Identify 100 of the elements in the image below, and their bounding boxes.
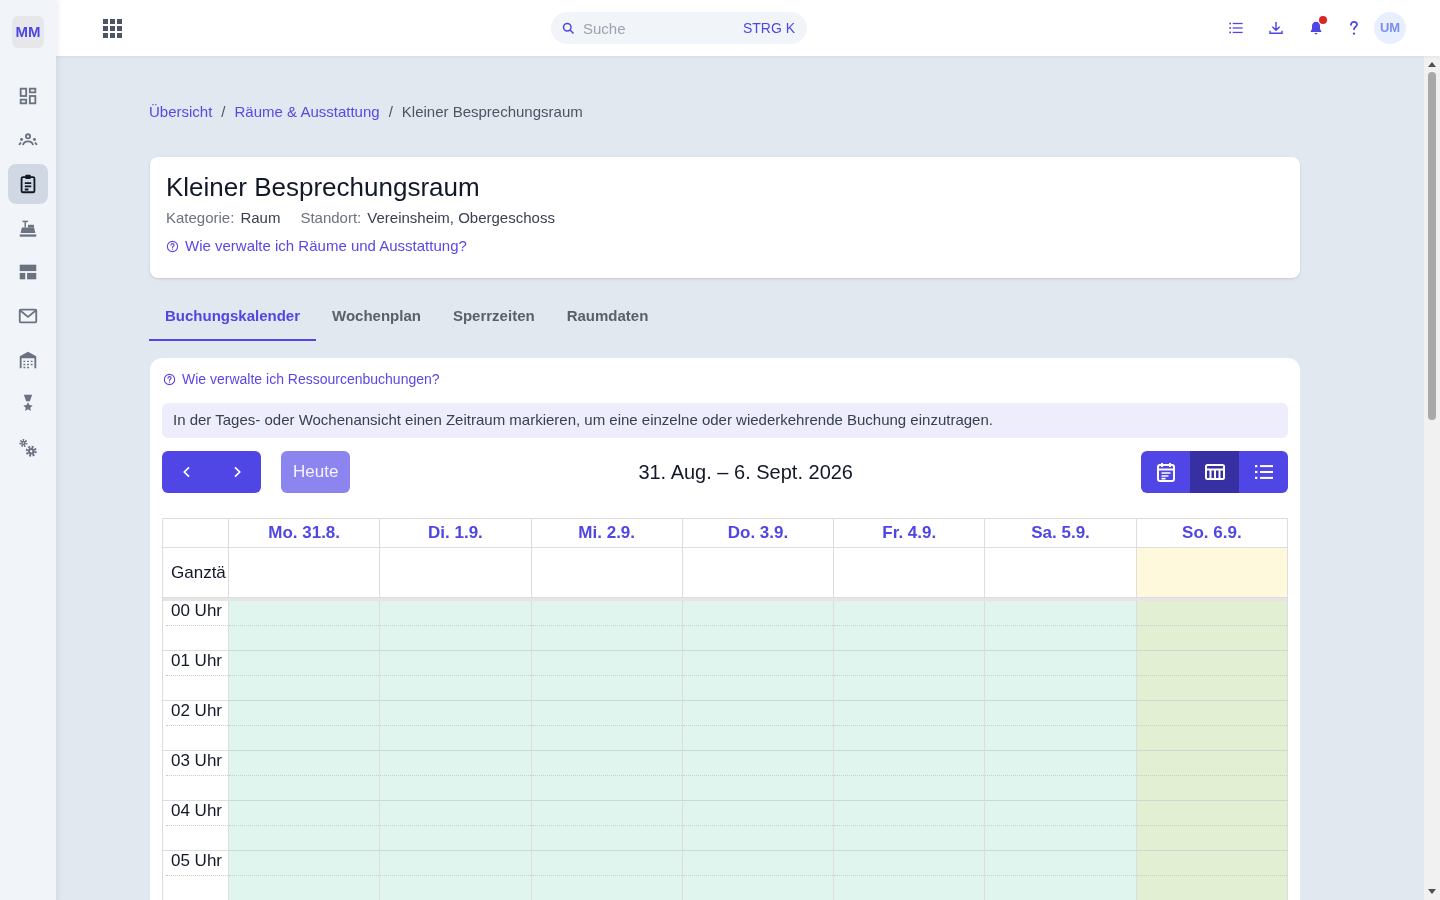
time-slot-cell[interactable] [531, 751, 683, 801]
all-day-label: Ganztä [171, 561, 226, 584]
all-day-cell[interactable] [531, 548, 683, 598]
all-day-cell[interactable] [682, 548, 835, 598]
day-header: Do. 3.9. [727, 522, 789, 545]
time-slot-cell[interactable] [834, 801, 986, 851]
user-avatar[interactable]: UM [1374, 12, 1406, 44]
time-slot-cell[interactable] [985, 651, 1137, 701]
time-slot-cell[interactable] [1136, 651, 1288, 701]
apps-grid-icon[interactable] [103, 18, 122, 38]
time-slot-cell[interactable] [1136, 601, 1288, 651]
breadcrumb-current: Kleiner Besprechungsraum [401, 101, 583, 122]
day-header: Sa. 5.9. [1031, 522, 1090, 545]
hour-label: 04 Uhr [170, 801, 222, 821]
time-slot-cell[interactable] [985, 701, 1137, 751]
time-slot-cell[interactable] [1136, 751, 1288, 801]
time-slot-cell[interactable] [229, 601, 381, 651]
time-slot-cell[interactable] [531, 851, 683, 900]
day-header: So. 6.9. [1182, 522, 1242, 545]
view-button[interactable] [1239, 451, 1288, 493]
time-slot-cell[interactable] [682, 601, 835, 651]
time-slot-cell[interactable] [985, 801, 1137, 851]
sidebar-item[interactable] [8, 164, 48, 204]
all-day-cell[interactable] [380, 548, 532, 598]
time-slot-cell[interactable] [834, 651, 986, 701]
list-icon[interactable] [1228, 20, 1244, 36]
breadcrumb-separator: / [388, 101, 393, 122]
view-button[interactable] [1141, 451, 1190, 493]
time-slot-cell[interactable] [834, 601, 986, 651]
tab[interactable]: Sperrzeiten [436, 297, 551, 341]
tab[interactable]: Wochenplan [316, 297, 437, 341]
info-banner: In der Tages- oder Wochenansicht einen Zeitraum markieren, um eine einzelne oder wiederkehrende Buchung einzutragen. [162, 403, 1288, 438]
dashboard-icon [17, 85, 39, 107]
scrollbar[interactable] [1424, 56, 1440, 900]
time-slot-cell[interactable] [682, 701, 835, 751]
previous-week-button[interactable] [162, 451, 212, 493]
view-button[interactable] [1190, 451, 1239, 493]
hour-label: 02 Uhr [170, 701, 222, 721]
time-slot-cell[interactable] [229, 801, 381, 851]
hour-label: 03 Uhr [170, 751, 222, 771]
time-slot-cell[interactable] [531, 651, 683, 701]
time-slot-cell[interactable] [229, 651, 381, 701]
scroll-down-icon[interactable] [1428, 889, 1436, 894]
bell-icon[interactable] [1308, 20, 1324, 36]
day-header: Di. 1.9. [428, 522, 483, 545]
day-header: Mo. 31.8. [268, 522, 341, 545]
tab[interactable]: Buchungskalender [149, 297, 317, 341]
day-header: Fr. 4.9. [882, 522, 937, 545]
time-slot-cell[interactable] [380, 851, 532, 900]
time-slot-cell[interactable] [985, 851, 1137, 900]
all-day-cell[interactable] [1136, 548, 1288, 598]
time-slot-cell[interactable] [834, 701, 986, 751]
all-day-cell[interactable] [834, 548, 986, 598]
time-slot-cell[interactable] [229, 701, 381, 751]
time-slot-cell[interactable] [834, 751, 986, 801]
time-slot-cell[interactable] [380, 651, 532, 701]
download-icon[interactable] [1268, 20, 1284, 36]
all-day-cell[interactable] [229, 548, 381, 598]
warehouse-icon [17, 349, 39, 371]
time-slot-cell[interactable] [682, 651, 835, 701]
time-slot-cell[interactable] [682, 851, 835, 900]
scrollbar-thumb[interactable] [1428, 72, 1436, 420]
time-slot-cell[interactable] [1136, 851, 1288, 900]
meta-value: Vereinsheim, Obergeschoss [367, 207, 555, 228]
time-slot-cell[interactable] [380, 601, 532, 651]
time-slot-cell[interactable] [1136, 701, 1288, 751]
hour-label: 05 Uhr [170, 851, 222, 871]
day-header: Mi. 2.9. [578, 522, 636, 545]
help-link[interactable]: Wie verwalte ich Räume und Ausstattung? [166, 236, 467, 256]
help-link[interactable]: Wie verwalte ich Ressourcenbuchungen? [163, 369, 440, 389]
time-slot-cell[interactable] [1136, 801, 1288, 851]
tab[interactable]: Raumdaten [550, 297, 665, 341]
all-day-cell[interactable] [985, 548, 1137, 598]
breadcrumb-link[interactable]: Übersicht [149, 100, 213, 124]
time-slot-cell[interactable] [229, 751, 381, 801]
breadcrumb-separator: / [221, 101, 226, 122]
time-slot-cell[interactable] [834, 851, 986, 900]
search-icon [561, 21, 576, 36]
shortcut-hint: STRG K [742, 19, 795, 38]
time-slot-cell[interactable] [985, 601, 1137, 651]
question-circle-icon [166, 239, 179, 253]
time-slot-cell[interactable] [985, 751, 1137, 801]
resource-title: Kleiner Besprechungsraum [166, 171, 481, 203]
time-slot-cell[interactable] [531, 801, 683, 851]
time-slot-cell[interactable] [682, 801, 835, 851]
meta-label: Standort: [300, 207, 362, 228]
gears-icon [17, 437, 39, 459]
logo[interactable]: MM [12, 16, 44, 48]
time-slot-cell[interactable] [380, 801, 532, 851]
time-slot-cell[interactable] [531, 601, 683, 651]
next-week-button[interactable] [212, 451, 261, 493]
time-slot-cell[interactable] [531, 701, 683, 751]
time-slot-cell[interactable] [380, 751, 532, 801]
breadcrumb-link[interactable]: Räume & Ausstattung [234, 100, 380, 124]
help-icon[interactable] [1348, 20, 1360, 36]
scroll-up-icon[interactable] [1428, 62, 1436, 67]
time-slot-cell[interactable] [229, 851, 381, 900]
hour-label: 00 Uhr [170, 601, 222, 621]
time-slot-cell[interactable] [682, 751, 835, 801]
time-slot-cell[interactable] [380, 701, 532, 751]
